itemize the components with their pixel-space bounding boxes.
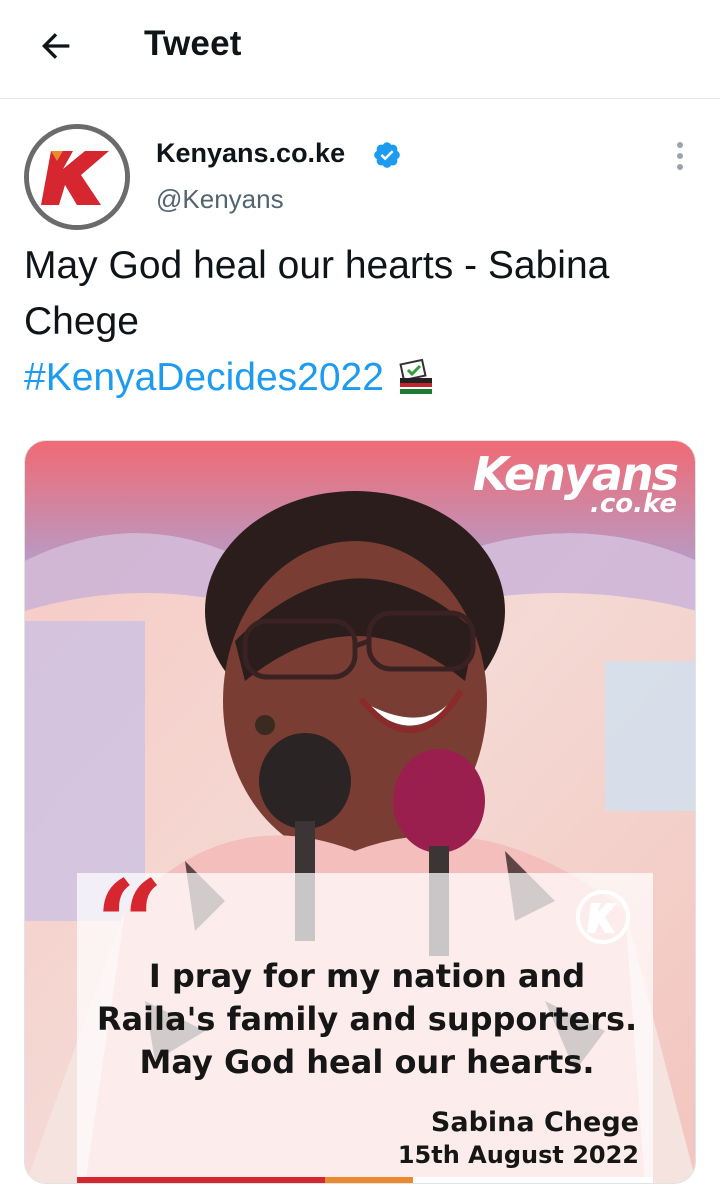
author-handle[interactable]: @Kenyans bbox=[156, 184, 284, 215]
quote-date: 15th August 2022 bbox=[397, 1141, 639, 1169]
verified-badge-icon bbox=[374, 142, 400, 168]
hashtag-link[interactable]: #KenyaDecides2022 bbox=[24, 350, 384, 406]
author-avatar[interactable] bbox=[24, 124, 130, 230]
kenyans-logo-icon bbox=[29, 129, 125, 225]
author-name[interactable]: Kenyans.co.ke bbox=[156, 138, 345, 169]
kenyans-watermark: Kenyans .co.ke bbox=[473, 449, 679, 517]
quote-card: “ I pray for my nation and Raila's famil… bbox=[77, 865, 653, 1183]
tweet-image[interactable]: Kenyans .co.ke “ I pray for my nation an… bbox=[24, 440, 696, 1184]
kenyans-circle-logo-icon bbox=[576, 890, 630, 944]
color-stripe bbox=[77, 1177, 653, 1183]
dot-icon bbox=[677, 142, 683, 148]
hashtag-line: #KenyaDecides2022 bbox=[24, 350, 436, 406]
tweet-text: May God heal our hearts - Sabina Chege bbox=[24, 244, 610, 343]
dot-icon bbox=[677, 153, 683, 159]
arrow-left-icon bbox=[42, 33, 70, 59]
ballot-box-icon bbox=[399, 358, 432, 394]
quote-text: I pray for my nation and Raila's family … bbox=[96, 957, 638, 1081]
more-options-button[interactable] bbox=[664, 136, 696, 176]
top-app-bar: Tweet bbox=[0, 0, 720, 99]
page-title: Tweet bbox=[144, 24, 242, 63]
back-button[interactable] bbox=[30, 20, 82, 72]
quote-author: Sabina Chege bbox=[430, 1107, 639, 1138]
dot-icon bbox=[677, 164, 683, 170]
